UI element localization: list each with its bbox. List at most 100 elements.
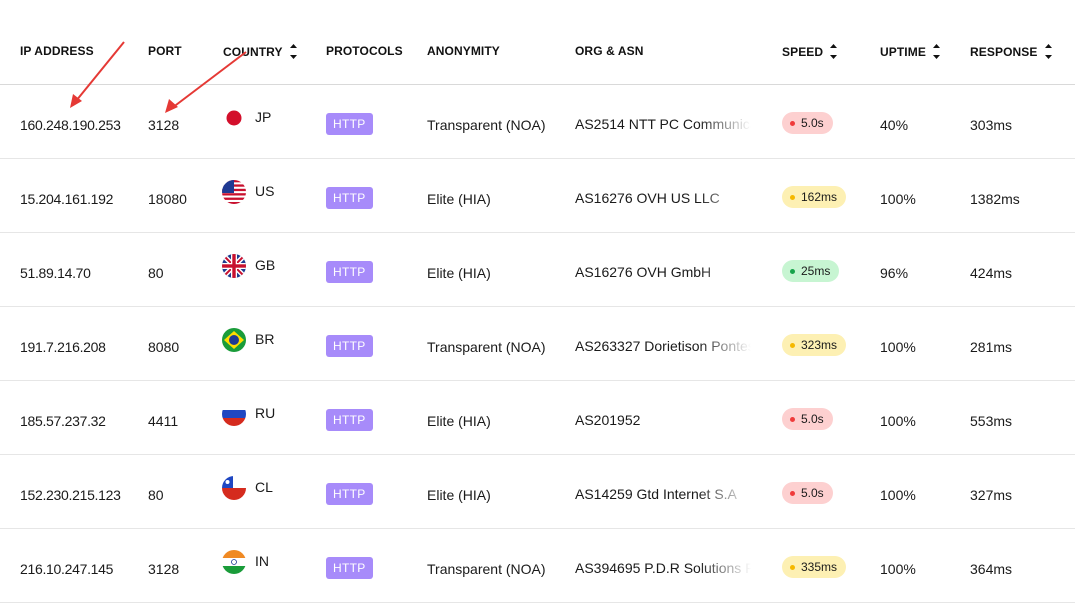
- response-time: 303ms: [970, 117, 1013, 133]
- ip-address[interactable]: 51.89.14.70: [20, 265, 91, 281]
- protocol-badge: HTTP: [326, 261, 373, 283]
- protocol-label: HTTP: [326, 187, 373, 209]
- in-flag-icon: [222, 550, 246, 574]
- protocol-badge: HTTP: [326, 187, 373, 209]
- country-code: IN: [255, 553, 269, 569]
- protocol-label: HTTP: [326, 113, 373, 135]
- anonymity-level: Transparent (NOA): [427, 561, 546, 577]
- speed-badge: 162ms: [782, 186, 847, 208]
- speed-status-dot-icon: [790, 564, 795, 570]
- speed-badge: 335ms: [782, 556, 847, 578]
- table-row[interactable]: 216.10.247.145 3128 IN HTTP Transparent (NOA…: [0, 529, 1075, 603]
- response-time: 327ms: [970, 487, 1013, 503]
- port[interactable]: 3128: [148, 117, 179, 133]
- ip-address[interactable]: 15.204.161.192: [20, 191, 113, 207]
- speed-value: 335ms: [801, 560, 838, 574]
- gb-flag-icon: [222, 254, 246, 278]
- response-time: 424ms: [970, 265, 1013, 281]
- response-time: 553ms: [970, 413, 1013, 429]
- sort-icon[interactable]: [830, 44, 838, 59]
- speed-status-dot-icon: [790, 268, 795, 274]
- country-code: BR: [255, 331, 275, 347]
- table-row[interactable]: 15.204.161.192 18080 US HTTP Elite (HIA) AS16…: [0, 159, 1075, 233]
- anonymity-level: Elite (HIA): [427, 487, 491, 503]
- protocol-label: HTTP: [326, 261, 373, 283]
- table-row[interactable]: 51.89.14.70 80 GB HTTP Elite (HIA) AS16276 OV…: [0, 233, 1075, 307]
- protocol-badge: HTTP: [326, 335, 373, 357]
- port[interactable]: 4411: [148, 413, 178, 429]
- speed-status-dot-icon: [790, 342, 795, 348]
- port[interactable]: 3128: [148, 561, 179, 577]
- speed-pill: 162ms: [782, 186, 847, 208]
- country-code: CL: [255, 479, 273, 495]
- sort-icon[interactable]: [932, 44, 940, 59]
- response-time: 364ms: [970, 561, 1013, 577]
- anonymity-level: Elite (HIA): [427, 191, 491, 207]
- column-header-country[interactable]: COUNTRY: [223, 44, 297, 59]
- ip-address[interactable]: 160.248.190.253: [20, 117, 121, 133]
- sort-icon[interactable]: [1044, 44, 1052, 59]
- org-asn: AS2514 NTT PC Communications: [575, 116, 751, 132]
- port[interactable]: 8080: [148, 339, 179, 355]
- org-asn: AS16276 OVH GmbH: [575, 264, 712, 280]
- column-header-org: ORG & ASN: [575, 44, 644, 58]
- protocol-badge: HTTP: [326, 409, 373, 431]
- anonymity-level: Transparent (NOA): [427, 117, 546, 133]
- protocol-badge: HTTP: [326, 557, 373, 579]
- uptime: 40%: [880, 117, 909, 133]
- anonymity-level: Transparent (NOA): [427, 339, 546, 355]
- column-header-anonymity: ANONYMITY: [427, 44, 500, 58]
- country-code: RU: [255, 405, 276, 421]
- table-row[interactable]: 185.57.237.32 4411 RU HTTP Elite (HIA) AS2019…: [0, 381, 1075, 455]
- us-flag-icon: [222, 180, 246, 204]
- speed-badge: 5.0s: [782, 112, 833, 134]
- org-asn: AS16276 OVH US LLC: [575, 190, 720, 206]
- speed-badge: 25ms: [782, 260, 840, 282]
- country-code: GB: [255, 257, 276, 273]
- br-flag-icon: [222, 328, 246, 352]
- protocol-label: HTTP: [326, 483, 373, 505]
- uptime: 100%: [880, 191, 916, 207]
- speed-status-dot-icon: [790, 490, 795, 496]
- uptime: 100%: [880, 339, 916, 355]
- ip-address[interactable]: 152.230.215.123: [20, 487, 121, 503]
- speed-pill: 25ms: [782, 260, 840, 282]
- jp-flag-icon: [222, 106, 246, 130]
- country-code: JP: [255, 109, 272, 125]
- org-asn: AS394695 P.D.R Solutions FZE: [575, 560, 751, 576]
- speed-value: 5.0s: [801, 412, 824, 426]
- response-time: 281ms: [970, 339, 1013, 355]
- column-header-port: PORT: [148, 44, 182, 58]
- uptime: 100%: [880, 561, 916, 577]
- table-row[interactable]: 160.248.190.253 3128 JP HTTP Transparent (NO…: [0, 85, 1075, 159]
- column-header-response[interactable]: RESPONSE: [970, 44, 1052, 59]
- ip-address[interactable]: 191.7.216.208: [20, 339, 106, 355]
- speed-value: 323ms: [801, 338, 838, 352]
- response-time: 1382ms: [970, 191, 1020, 207]
- column-header-uptime[interactable]: UPTIME: [880, 44, 940, 59]
- protocol-label: HTTP: [326, 335, 373, 357]
- table-header: IP ADDRESS PORT COUNTRY PROTOCOLS ANONYM…: [0, 0, 1075, 85]
- speed-pill: 5.0s: [782, 408, 833, 430]
- table-row[interactable]: 191.7.216.208 8080 BR HTTP Transparent (NOA)…: [0, 307, 1075, 381]
- speed-badge: 5.0s: [782, 408, 833, 430]
- port[interactable]: 80: [148, 265, 164, 281]
- speed-value: 162ms: [801, 190, 838, 204]
- speed-status-dot-icon: [790, 416, 795, 422]
- sort-icon[interactable]: [289, 44, 297, 59]
- speed-pill: 5.0s: [782, 482, 833, 504]
- protocol-label: HTTP: [326, 409, 373, 431]
- port[interactable]: 80: [148, 487, 164, 503]
- table-row[interactable]: 152.230.215.123 80 CL HTTP Elite (HIA) AS1425…: [0, 455, 1075, 529]
- speed-value: 5.0s: [801, 116, 824, 130]
- org-asn: AS263327 Dorietison Pontes: [575, 338, 751, 354]
- column-header-speed[interactable]: SPEED: [782, 44, 838, 59]
- speed-status-dot-icon: [790, 120, 795, 126]
- org-asn: AS201952: [575, 412, 641, 428]
- speed-value: 25ms: [801, 264, 831, 278]
- ip-address[interactable]: 185.57.237.32: [20, 413, 106, 429]
- speed-pill: 323ms: [782, 334, 847, 356]
- ip-address[interactable]: 216.10.247.145: [20, 561, 113, 577]
- anonymity-level: Elite (HIA): [427, 265, 491, 281]
- port[interactable]: 18080: [148, 191, 187, 207]
